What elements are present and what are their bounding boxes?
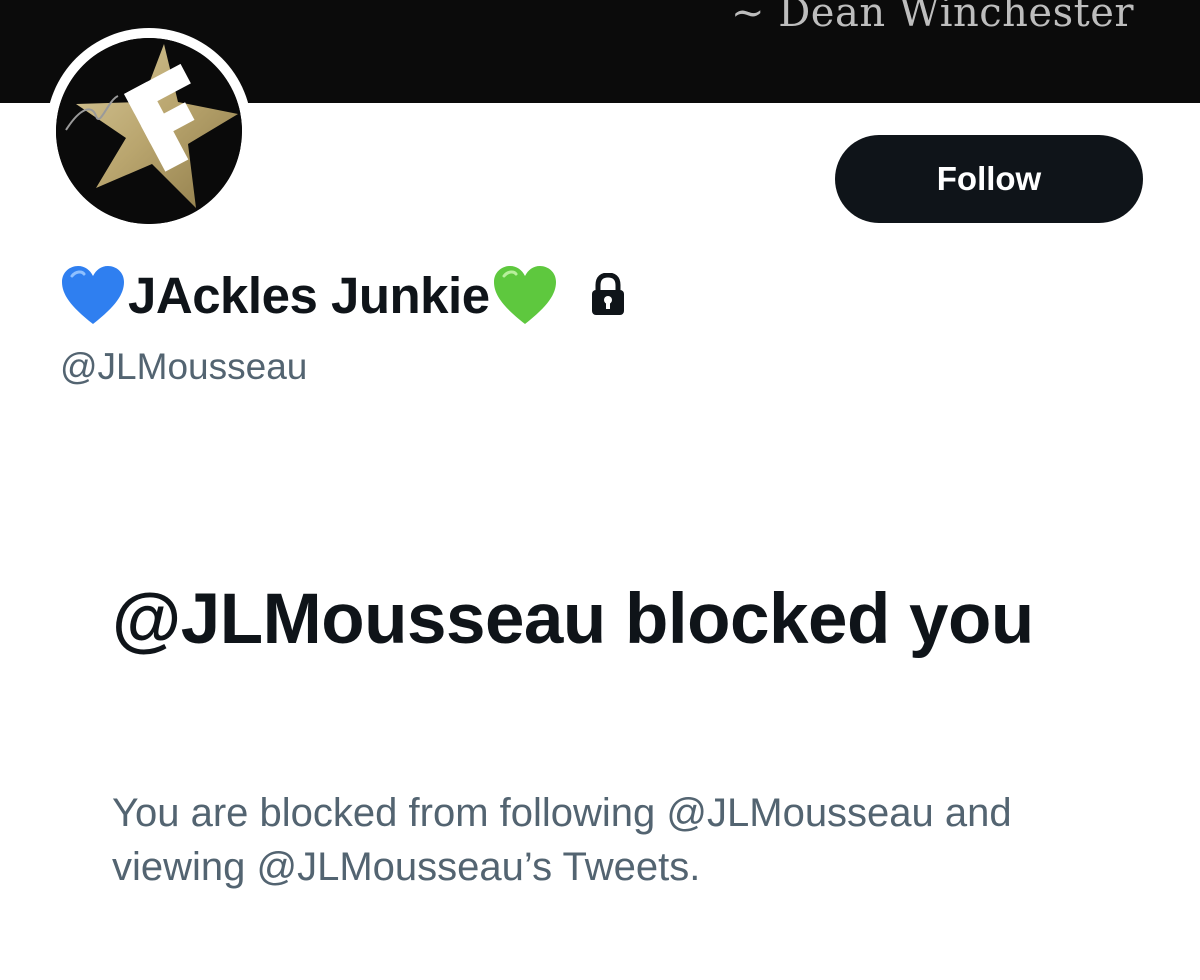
blocked-description: You are blocked from following @JLMousse… xyxy=(112,791,1012,889)
display-name: JAckles Junkie xyxy=(128,266,490,324)
star-f-logo-icon xyxy=(56,38,242,224)
profile-handle: @JLMousseau xyxy=(60,346,308,387)
lock-icon xyxy=(588,272,628,317)
follow-button[interactable]: Follow xyxy=(835,135,1143,223)
avatar-image xyxy=(56,38,242,224)
blocked-title: @JLMousseau blocked you xyxy=(112,580,1034,659)
profile-name-row: JAckles Junkie xyxy=(60,262,628,328)
profile-page: ~ Dean Winchester Follow JAckles Junkie … xyxy=(0,0,1200,980)
avatar[interactable] xyxy=(46,28,252,234)
green-heart-icon xyxy=(492,264,558,326)
banner-quote: ~ Dean Winchester xyxy=(731,0,1134,36)
blue-heart-icon xyxy=(60,264,126,326)
